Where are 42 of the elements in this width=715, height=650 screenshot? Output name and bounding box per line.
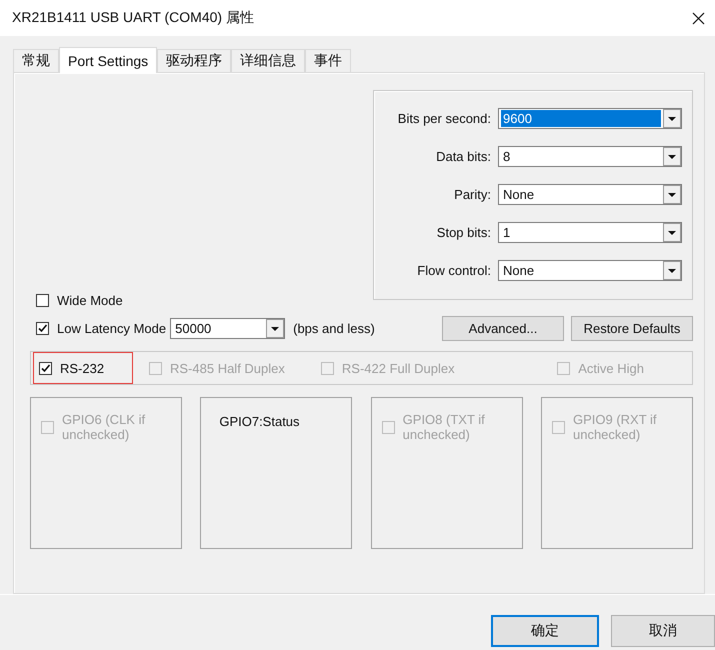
tab[interactable]: 事件 [305,49,352,72]
dropdown[interactable]: 50000 [170,318,286,339]
field-label: Data bits: [436,149,491,164]
dropdown[interactable]: 1 [498,222,682,243]
caret-icon [266,319,284,338]
checkbox-label: GPIO6 (CLK if unchecked) [62,412,146,442]
field-label: Parity: [454,187,491,202]
caret-icon [663,185,681,204]
field-label: Flow control: [417,263,491,278]
caret-icon [663,261,681,280]
dialog-button[interactable]: 确定 [491,615,599,647]
caret-icon [663,109,681,128]
caret-icon [663,147,681,166]
checkbox-label: GPIO9 (RXT if unchecked) [572,412,658,442]
tab[interactable]: 常规 [13,49,59,72]
field-label: Bits per second: [398,111,491,126]
checkbox-label: RS-232 [60,360,104,376]
field-label: Stop bits: [436,225,491,240]
checkbox[interactable] [39,362,52,374]
status-label: GPIO7:Status [218,414,300,429]
checkbox[interactable] [36,294,49,307]
checkbox-label: Active High [578,360,644,376]
unit-label: (bps and less) [293,321,375,336]
dropdown[interactable]: None [498,260,682,281]
checkbox-label: RS-422 Full Duplex [342,360,455,376]
dialog-button[interactable]: 取消 [611,615,715,647]
action-button[interactable]: Restore Defaults [571,316,693,341]
close-icon[interactable] [692,12,705,24]
window-title: XR21B1411 USB UART (COM40) 属性 [12,9,254,27]
checkbox-label: RS-485 Half Duplex [170,360,285,376]
dropdown[interactable]: 8 [498,146,682,167]
checkbox-label: GPIO8 (TXT if unchecked) [402,412,486,442]
checkbox[interactable] [36,322,49,335]
action-button[interactable]: Advanced... [442,316,564,341]
checkbox-label: Wide Mode [57,293,123,308]
caret-icon [663,223,681,242]
tab[interactable]: 详细信息 [231,49,306,72]
dropdown[interactable]: 9600 [498,108,682,129]
dropdown[interactable]: None [498,184,682,205]
checkbox-label: Low Latency Mode [57,321,166,336]
tab[interactable]: 驱动程序 [157,49,232,72]
tab[interactable]: Port Settings [59,47,158,73]
